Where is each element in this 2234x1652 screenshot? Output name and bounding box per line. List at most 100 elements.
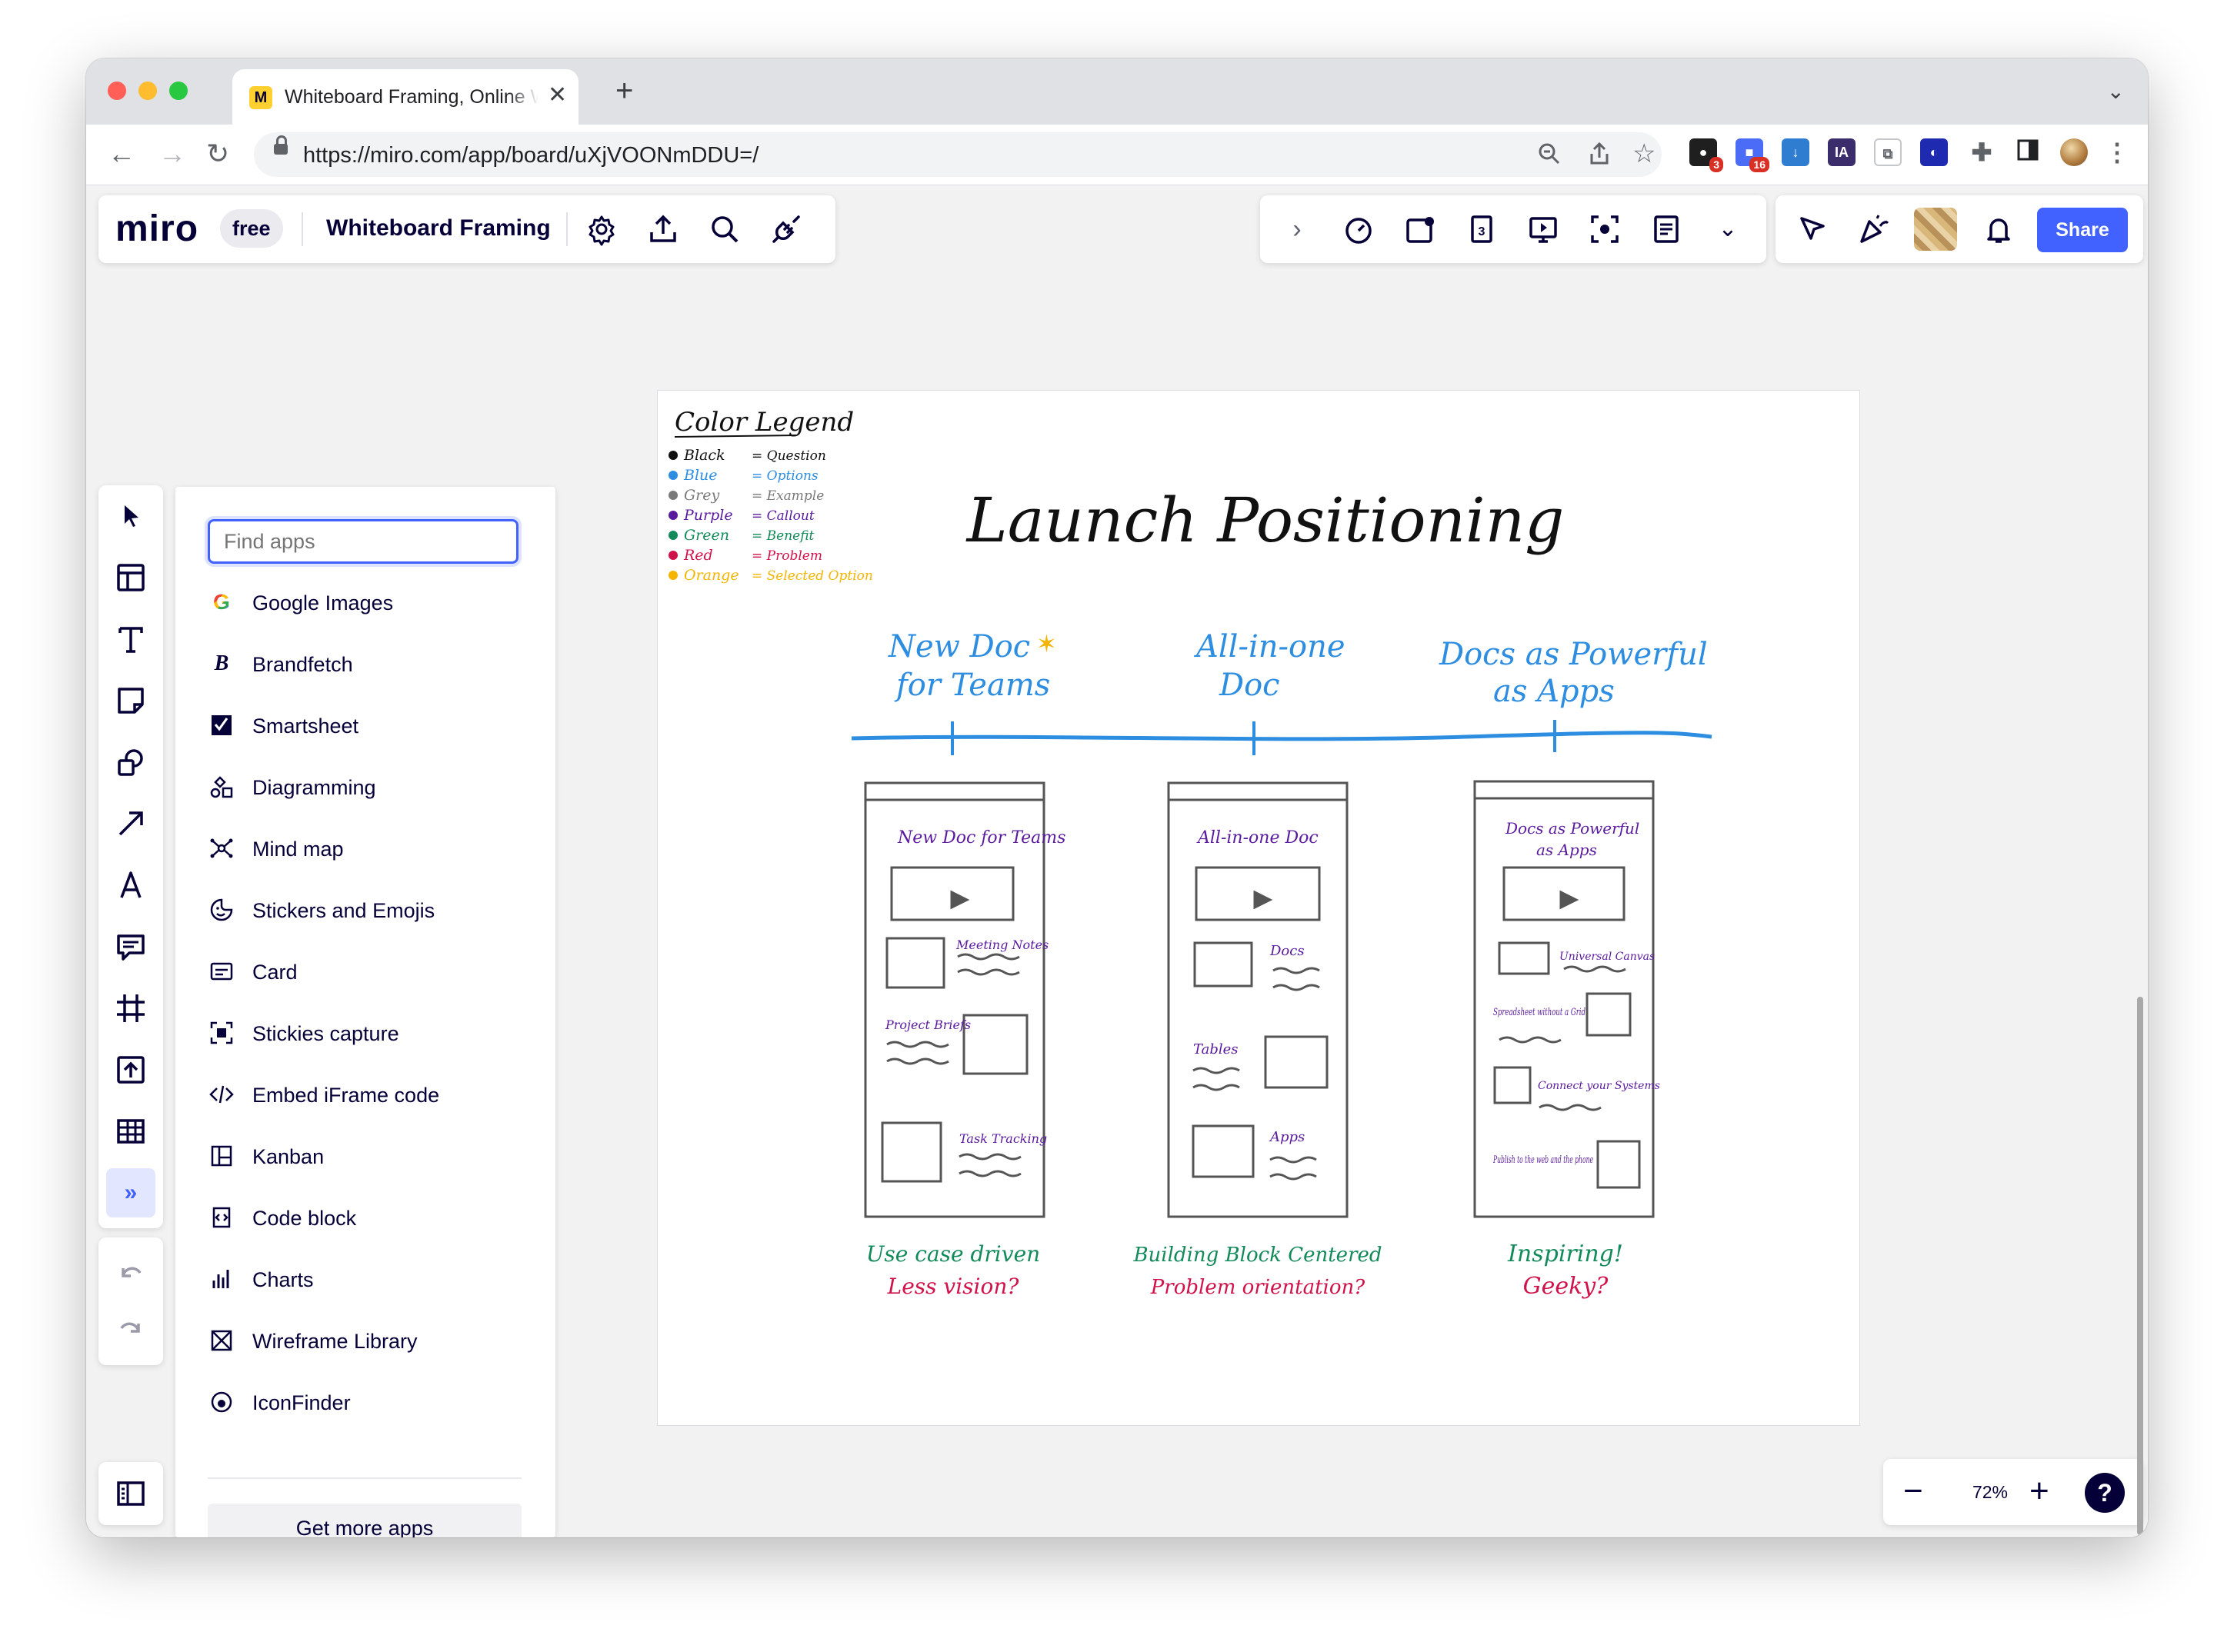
block-label: Universal Canvas	[1559, 951, 1655, 963]
presentation-icon[interactable]	[1525, 211, 1562, 248]
sticky-note-icon[interactable]	[106, 676, 155, 725]
share-button[interactable]: Share	[2037, 208, 2128, 252]
copy-extension-icon[interactable]: ⧉	[1874, 138, 1902, 166]
voting-icon[interactable]	[1402, 211, 1439, 248]
app-item-stickies-capture[interactable]: Stickies capture	[208, 1010, 531, 1056]
plan-badge[interactable]: free	[220, 209, 283, 248]
find-apps-input[interactable]	[208, 519, 518, 564]
redo-icon[interactable]	[106, 1305, 155, 1354]
board-panel-toggle[interactable]	[98, 1462, 163, 1525]
forward-button[interactable]: →	[158, 137, 186, 171]
app-item-card[interactable]: Card	[208, 948, 531, 994]
maximize-window-button[interactable]	[169, 82, 188, 100]
zoom-in-button[interactable]: +	[2029, 1470, 2049, 1513]
dark-extension-icon[interactable]: ◐	[1920, 138, 1948, 166]
app-label: Diagramming	[252, 776, 376, 799]
share-page-icon[interactable]	[1588, 142, 1611, 172]
table-icon[interactable]	[106, 1107, 155, 1156]
divider	[302, 212, 303, 246]
extension-1-icon[interactable]: ● 3	[1689, 138, 1723, 172]
notifications-bell-icon[interactable]	[1980, 211, 2017, 248]
address-bar[interactable]: https://miro.com/app/board/uXjVOONmDDU=/…	[254, 132, 1662, 177]
board-frame[interactable]: Color Legend Black = Question Blue = Option…	[657, 390, 1860, 1426]
legend-meaning: = Problem	[752, 548, 822, 564]
screen-capture-icon[interactable]	[1586, 211, 1623, 248]
app-item-wireframe-library[interactable]: Wireframe Library	[208, 1317, 531, 1364]
app-item-code-block[interactable]: Code block	[208, 1194, 531, 1241]
bookmark-star-icon[interactable]: ☆	[1632, 138, 1655, 169]
app-item-brandfetch[interactable]: B Brandfetch	[208, 641, 531, 687]
timer-icon[interactable]	[1340, 211, 1377, 248]
search-icon[interactable]	[706, 211, 743, 248]
url-text: https://miro.com/app/board/uXjVOONmDDU=/	[303, 143, 759, 168]
integrations-plug-icon[interactable]	[768, 211, 805, 248]
get-more-apps-button[interactable]: Get more apps	[208, 1504, 522, 1537]
more-tools-chevron-icon[interactable]: ⌄	[1709, 211, 1746, 248]
pen-tool-icon[interactable]	[106, 861, 155, 910]
export-upload-icon[interactable]	[645, 211, 682, 248]
upload-icon[interactable]	[106, 1045, 155, 1094]
extension-2-icon[interactable]: ■ 16	[1736, 138, 1769, 172]
tab-search-chevron-icon[interactable]: ⌄	[2107, 78, 2125, 104]
settings-gear-icon[interactable]	[583, 211, 620, 248]
creation-toolbar: »	[98, 485, 163, 1228]
minimize-window-button[interactable]	[138, 82, 157, 100]
undo-icon[interactable]	[106, 1250, 155, 1299]
app-item-smartsheet[interactable]: Smartsheet	[208, 702, 531, 748]
expand-chevron-icon[interactable]: ›	[1279, 211, 1315, 248]
vertical-scrollbar[interactable]	[2137, 997, 2143, 1535]
miro-logo[interactable]: miro	[115, 208, 198, 250]
close-tab-icon[interactable]: ✕	[548, 82, 567, 108]
comment-icon[interactable]	[106, 922, 155, 971]
frame-icon[interactable]	[106, 984, 155, 1033]
option-heading: as Apps	[1493, 674, 1615, 709]
app-item-charts[interactable]: Charts	[208, 1256, 531, 1302]
profile-avatar[interactable]	[2060, 138, 2088, 166]
notes-document-icon[interactable]	[1648, 211, 1685, 248]
block-label: Docs	[1269, 943, 1305, 959]
help-icon[interactable]: ?	[2085, 1473, 2125, 1513]
calendar-icon[interactable]: 3	[1463, 211, 1500, 248]
browser-toolbar: ← → ↻ https://miro.com/app/board/uXjVOON…	[86, 125, 2148, 185]
app-item-mind-map[interactable]: Mind map	[208, 825, 531, 871]
zoom-out-button[interactable]: −	[1903, 1470, 1923, 1513]
new-tab-button[interactable]: +	[615, 75, 633, 106]
more-apps-icon[interactable]: »	[106, 1168, 155, 1217]
legend-title: Color Legend	[675, 407, 854, 438]
legend-color-name: Purple	[683, 507, 733, 524]
app-item-embed-iframe[interactable]: Embed iFrame code	[208, 1071, 531, 1117]
shapes-icon[interactable]	[106, 738, 155, 787]
browser-tab[interactable]: M Whiteboard Framing, Online Whiteboard …	[232, 69, 579, 125]
cursor-follow-icon[interactable]	[1794, 211, 1831, 248]
download-extension-icon[interactable]: ↓	[1782, 138, 1809, 166]
app-item-google-images[interactable]: G Google Images	[208, 579, 531, 625]
reactions-celebrate-icon[interactable]	[1856, 211, 1892, 248]
board-name[interactable]: Whiteboard Framing	[326, 215, 551, 241]
sidebar-toggle-icon[interactable]	[106, 1469, 155, 1518]
app-item-kanban[interactable]: Kanban	[208, 1133, 531, 1179]
zoom-icon[interactable]	[1537, 142, 1562, 172]
templates-icon[interactable]	[106, 553, 155, 602]
zoom-level[interactable]: 72%	[1963, 1482, 2017, 1503]
extensions-puzzle-icon[interactable]: ✚	[1968, 138, 1996, 166]
iconfinder-icon	[208, 1388, 235, 1416]
app-label: Embed iFrame code	[252, 1084, 440, 1107]
lock-icon	[274, 135, 288, 155]
close-window-button[interactable]	[108, 82, 126, 100]
note-problem: Problem orientation?	[1150, 1276, 1365, 1299]
connection-arrow-icon[interactable]	[106, 799, 155, 848]
side-panel-icon[interactable]	[2014, 138, 2042, 166]
ia-extension-icon[interactable]: IA	[1828, 138, 1856, 166]
user-avatar[interactable]	[1914, 208, 1957, 251]
legend-color-name: Green	[684, 527, 729, 544]
text-tool-icon[interactable]	[106, 615, 155, 664]
app-item-diagramming[interactable]: Diagramming	[208, 764, 531, 810]
app-item-stickers-emojis[interactable]: Stickers and Emojis	[208, 887, 531, 933]
back-button[interactable]: ←	[108, 137, 135, 171]
reload-button[interactable]: ↻	[206, 137, 229, 171]
browser-menu-icon[interactable]: ⋮	[2103, 138, 2131, 166]
app-item-iconfinder[interactable]: IconFinder	[208, 1379, 531, 1425]
select-cursor-icon[interactable]	[106, 491, 155, 541]
legend-meaning: = Question	[752, 448, 826, 464]
option-heading: for Teams	[894, 668, 1050, 703]
